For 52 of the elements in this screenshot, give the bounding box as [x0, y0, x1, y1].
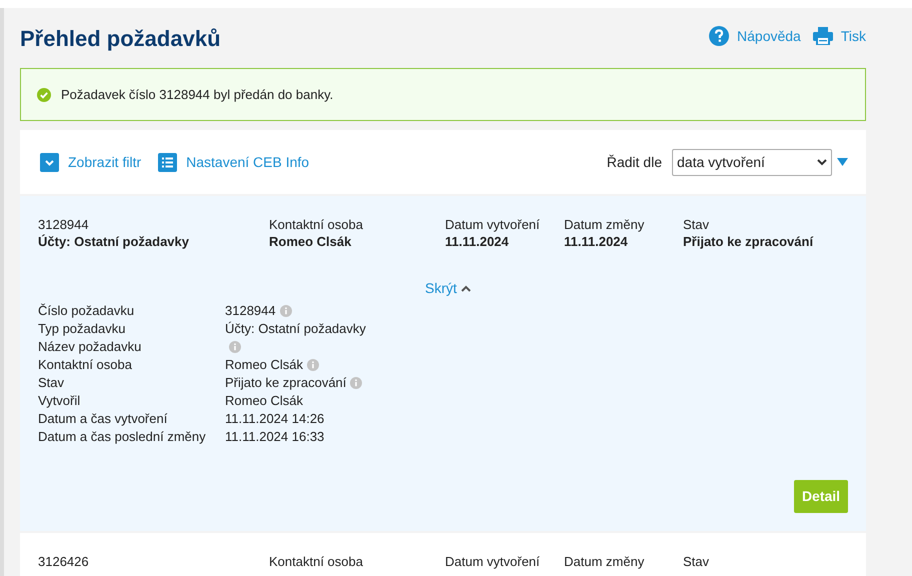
column-label: Datum vytvoření	[445, 553, 541, 570]
header-link[interactable]: Tisk	[812, 26, 866, 46]
detail-label: Číslo požadavku	[38, 302, 136, 320]
detail-value: Přijato ke zpracování	[225, 374, 346, 392]
column-value: 11.11.2024	[564, 233, 629, 250]
detail-value: 11.11.2024 14:26	[225, 410, 324, 428]
column-label: Stav	[683, 216, 710, 233]
request-number: 3128944	[38, 216, 90, 233]
chevron-down-icon	[817, 158, 827, 166]
detail-label: Datum a čas poslední změny	[38, 428, 207, 446]
column-label: Stav	[683, 553, 710, 570]
column-label: Datum změny	[564, 216, 646, 233]
column-value: Přijato ke zpracování	[683, 233, 814, 250]
column-value: Romeo Clsák	[269, 233, 352, 250]
info-icon[interactable]	[307, 359, 320, 371]
alert-message: Požadavek číslo 3128944 byl předán do banky.	[61, 86, 334, 104]
caret-up-icon	[460, 285, 471, 292]
printer-icon	[812, 27, 833, 45]
info-icon[interactable]	[229, 341, 241, 353]
detail-label: Typ požadavku	[38, 320, 126, 338]
hide-toggle[interactable]: Skrýt	[425, 278, 471, 299]
header-link[interactable]: Nápověda	[709, 26, 801, 46]
detail-value: 11.11.2024 16:33	[225, 428, 324, 446]
settings-link[interactable]: Nastavení CEB Info	[158, 152, 310, 172]
sort-direction-icon[interactable]	[837, 158, 848, 166]
column-label: Kontaktní osoba	[269, 553, 364, 570]
column-value: 11.11.2024	[445, 233, 510, 250]
info-icon[interactable]	[350, 377, 362, 389]
detail-label: Datum a čas vytvoření	[38, 410, 168, 428]
detail-button[interactable]: Detail	[794, 480, 848, 513]
check-circle-icon	[37, 88, 51, 102]
info-icon[interactable]	[280, 305, 292, 317]
column-label: Kontaktní osoba	[269, 216, 364, 233]
detail-label: Kontaktní osoba	[38, 356, 133, 374]
detail-label: Stav	[38, 374, 66, 392]
request-type: Účty: Ostatní požadavky	[38, 233, 190, 250]
list-icon	[158, 152, 178, 172]
show-filter-link[interactable]: Zobrazit filtr	[40, 152, 142, 172]
detail-value: Účty: Ostatní požadavky	[225, 320, 366, 338]
page-title: Přehled požadavků	[20, 24, 221, 53]
detail-value: 3128944	[225, 302, 276, 320]
detail-value: Romeo Clsák	[225, 356, 304, 374]
detail-label: Vytvořil	[38, 392, 82, 410]
detail-value: Romeo Clsák	[225, 392, 304, 410]
request-number: 3126426	[38, 553, 90, 570]
sort-label: Řadit dle	[606, 152, 662, 172]
sort-select[interactable]: data vytvoření	[672, 148, 832, 176]
chevron-down-icon	[40, 152, 59, 172]
help-icon	[709, 26, 730, 46]
detail-label: Název požadavku	[38, 338, 142, 356]
column-label: Datum vytvoření	[445, 216, 541, 233]
column-label: Datum změny	[564, 553, 646, 570]
